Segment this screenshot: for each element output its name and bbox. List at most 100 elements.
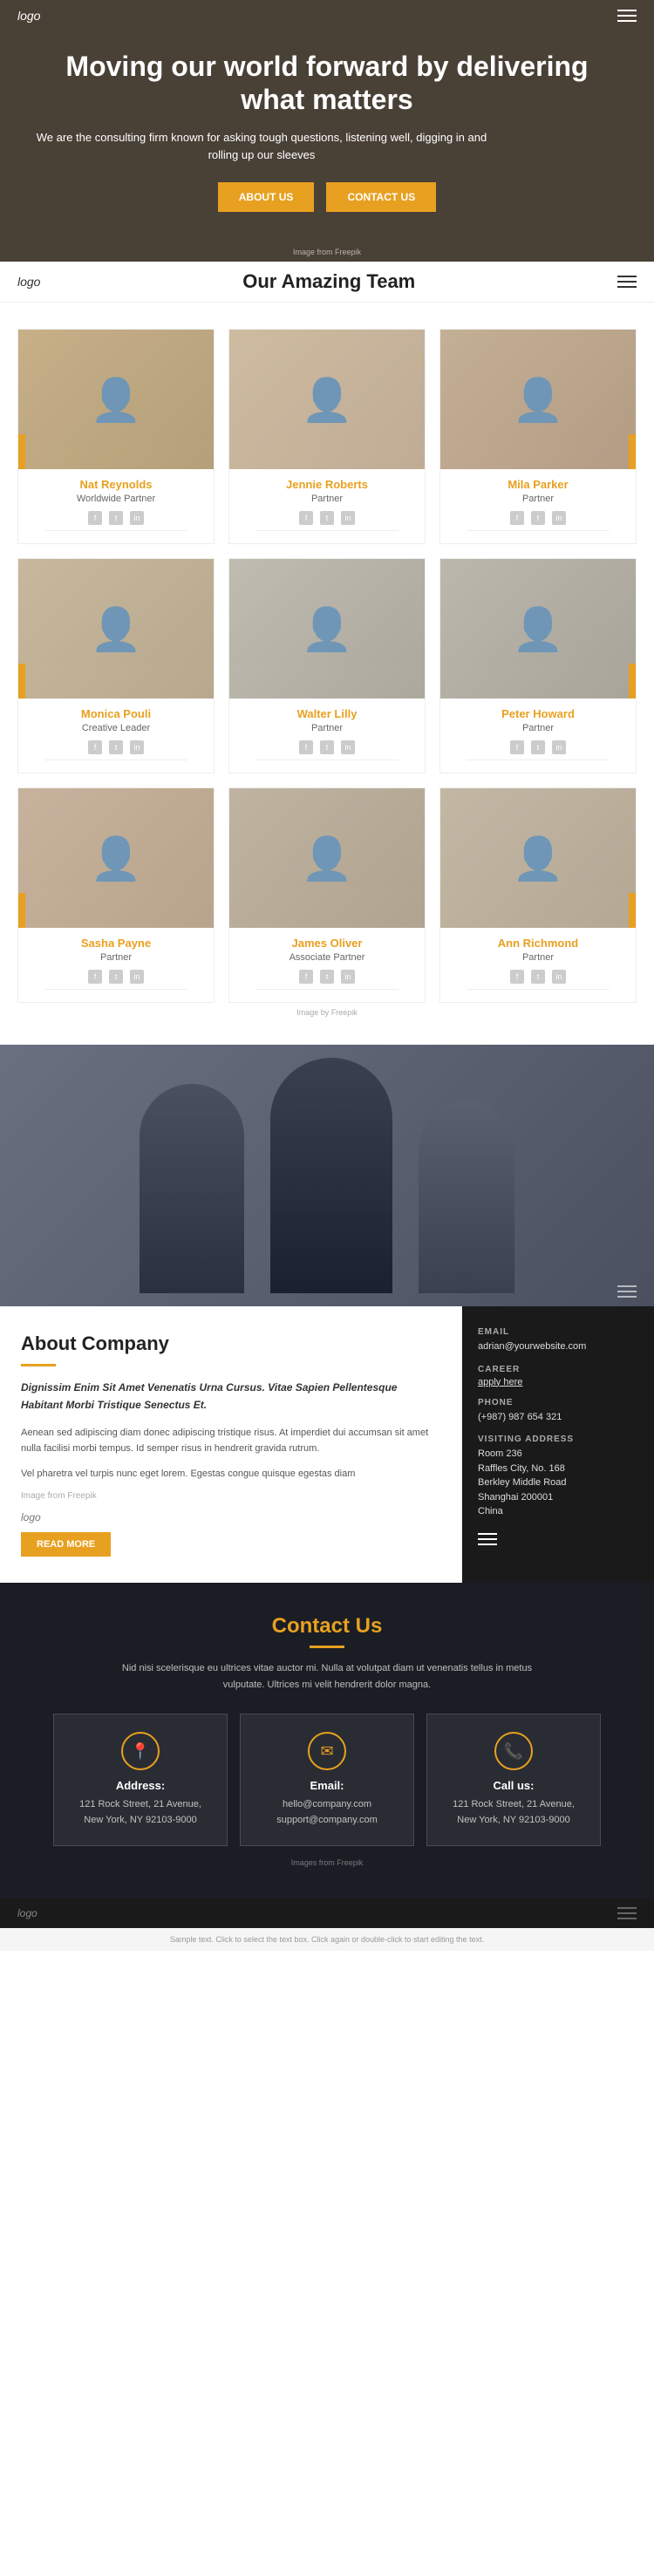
about-us-button[interactable]: ABOUT US bbox=[218, 182, 315, 212]
team-card-info: Mila Parker Partner f t in bbox=[440, 469, 636, 543]
instagram-icon[interactable]: in bbox=[130, 740, 144, 754]
twitter-icon[interactable]: t bbox=[320, 511, 334, 525]
photo-hamburger[interactable] bbox=[617, 1285, 637, 1298]
facebook-icon[interactable]: f bbox=[510, 740, 524, 754]
team-card-image: 👤 bbox=[229, 330, 425, 469]
team-divider bbox=[467, 530, 609, 531]
team-card-image: 👤 bbox=[440, 330, 636, 469]
instagram-icon[interactable]: in bbox=[130, 970, 144, 984]
team-socials: f t in bbox=[238, 970, 416, 984]
team-nav-logo: logo bbox=[17, 275, 40, 289]
facebook-icon[interactable]: f bbox=[510, 970, 524, 984]
team-member-name: Sasha Payne bbox=[27, 937, 205, 950]
team-card: 👤 Ann Richmond Partner f t in bbox=[439, 787, 637, 1003]
twitter-icon[interactable]: t bbox=[109, 970, 123, 984]
twitter-icon[interactable]: t bbox=[320, 740, 334, 754]
team-card-info: Peter Howard Partner f t in bbox=[440, 699, 636, 773]
facebook-icon[interactable]: f bbox=[88, 511, 102, 525]
about-italic: Dignissim Enim Sit Amet Venenatis Urna C… bbox=[21, 1379, 440, 1414]
address-label: VISITING ADDRESS bbox=[478, 1435, 638, 1444]
read-more-button[interactable]: READ MORE bbox=[21, 1532, 111, 1557]
instagram-icon[interactable]: in bbox=[552, 740, 566, 754]
twitter-icon[interactable]: t bbox=[531, 740, 545, 754]
team-card-info: James Oliver Associate Partner f t in bbox=[229, 928, 425, 1002]
contact-image-credit: Images from Freepik bbox=[17, 1858, 637, 1867]
team-member-name: Mila Parker bbox=[449, 478, 627, 491]
team-card: 👤 Walter Lilly Partner f t in bbox=[228, 558, 426, 773]
team-socials: f t in bbox=[449, 511, 627, 525]
team-card-info: Sasha Payne Partner f t in bbox=[18, 928, 214, 1002]
team-member-role: Partner bbox=[449, 952, 627, 963]
team-card: 👤 Sasha Payne Partner f t in bbox=[17, 787, 215, 1003]
hero-hamburger[interactable] bbox=[617, 10, 637, 22]
about-right: EMAIL adrian@yourwebsite.com CAREER appl… bbox=[462, 1306, 654, 1583]
team-member-role: Partner bbox=[238, 494, 416, 504]
hero-section: logo Moving our world forward by deliver… bbox=[0, 0, 654, 262]
facebook-icon[interactable]: f bbox=[299, 511, 313, 525]
contact-card: 📞 Call us: 121 Rock Street, 21 Avenue, N… bbox=[426, 1714, 601, 1846]
team-socials: f t in bbox=[449, 970, 627, 984]
instagram-icon[interactable]: in bbox=[341, 970, 355, 984]
email-label: EMAIL bbox=[478, 1327, 638, 1337]
team-divider bbox=[467, 989, 609, 990]
team-divider bbox=[255, 989, 398, 990]
instagram-icon[interactable]: in bbox=[552, 970, 566, 984]
team-member-role: Worldwide Partner bbox=[27, 494, 205, 504]
contact-card-value: 121 Rock Street, 21 Avenue, New York, NY… bbox=[441, 1797, 586, 1828]
facebook-icon[interactable]: f bbox=[88, 740, 102, 754]
twitter-icon[interactable]: t bbox=[531, 511, 545, 525]
facebook-icon[interactable]: f bbox=[510, 511, 524, 525]
team-card: 👤 James Oliver Associate Partner f t in bbox=[228, 787, 426, 1003]
facebook-icon[interactable]: f bbox=[299, 970, 313, 984]
team-card-info: Monica Pouli Creative Leader f t in bbox=[18, 699, 214, 773]
team-member-name: Walter Lilly bbox=[238, 707, 416, 720]
team-divider bbox=[44, 530, 187, 531]
twitter-icon[interactable]: t bbox=[531, 970, 545, 984]
team-member-role: Partner bbox=[238, 723, 416, 733]
team-card-image: 👤 bbox=[18, 559, 214, 699]
instagram-icon[interactable]: in bbox=[130, 511, 144, 525]
contact-cards: 📍 Address: 121 Rock Street, 21 Avenue, N… bbox=[17, 1714, 637, 1846]
team-member-role: Associate Partner bbox=[238, 952, 416, 963]
team-section: 👤 Nat Reynolds Worldwide Partner f t in … bbox=[0, 303, 654, 1045]
phone-label: PHONE bbox=[478, 1398, 638, 1407]
about-accent-line bbox=[21, 1364, 56, 1366]
team-socials: f t in bbox=[238, 511, 416, 525]
instagram-icon[interactable]: in bbox=[341, 511, 355, 525]
contact-icon: 📞 bbox=[494, 1732, 533, 1770]
team-nav-hamburger[interactable] bbox=[617, 276, 637, 288]
team-card-image: 👤 bbox=[440, 559, 636, 699]
instagram-icon[interactable]: in bbox=[341, 740, 355, 754]
contact-text: Nid nisi scelerisque eu ultrices vitae a… bbox=[109, 1660, 545, 1693]
facebook-icon[interactable]: f bbox=[88, 970, 102, 984]
team-card-info: Walter Lilly Partner f t in bbox=[229, 699, 425, 773]
team-nav-title: Our Amazing Team bbox=[242, 270, 415, 293]
instagram-icon[interactable]: in bbox=[552, 511, 566, 525]
hero-image-credit: Image from Freepik bbox=[293, 248, 361, 256]
team-member-name: Nat Reynolds bbox=[27, 478, 205, 491]
contact-card-title: Email: bbox=[255, 1779, 399, 1792]
about-photo-section bbox=[0, 1045, 654, 1306]
team-member-name: Ann Richmond bbox=[449, 937, 627, 950]
team-socials: f t in bbox=[238, 740, 416, 754]
hero-title: Moving our world forward by delivering w… bbox=[35, 50, 619, 117]
team-divider bbox=[255, 530, 398, 531]
about-logo: logo bbox=[21, 1511, 440, 1523]
apply-here-link[interactable]: apply here bbox=[478, 1377, 522, 1387]
bottom-hamburger[interactable] bbox=[617, 1907, 637, 1919]
sample-text: Sample text. Click to select the text bo… bbox=[0, 1928, 654, 1951]
twitter-icon[interactable]: t bbox=[320, 970, 334, 984]
contact-us-button[interactable]: CONTACT US bbox=[326, 182, 436, 212]
team-card-info: Jennie Roberts Partner f t in bbox=[229, 469, 425, 543]
team-divider bbox=[44, 989, 187, 990]
hero-logo: logo bbox=[17, 9, 40, 23]
facebook-icon[interactable]: f bbox=[299, 740, 313, 754]
team-socials: f t in bbox=[27, 970, 205, 984]
team-member-name: James Oliver bbox=[238, 937, 416, 950]
team-member-role: Partner bbox=[449, 494, 627, 504]
twitter-icon[interactable]: t bbox=[109, 740, 123, 754]
team-member-name: Peter Howard bbox=[449, 707, 627, 720]
twitter-icon[interactable]: t bbox=[109, 511, 123, 525]
about-right-hamburger[interactable] bbox=[478, 1533, 638, 1545]
team-socials: f t in bbox=[449, 740, 627, 754]
